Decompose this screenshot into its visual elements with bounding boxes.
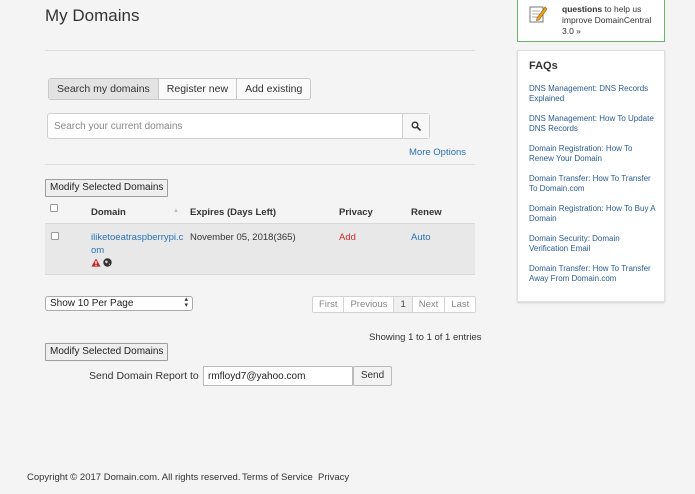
entries-info: Showing 1 to 1 of 1 entries bbox=[369, 332, 482, 343]
column-header-domain[interactable]: Domain bbox=[91, 207, 126, 218]
domain-tabs: Search my domains Register new Add exist… bbox=[48, 78, 312, 100]
domain-name-line1: iliketoeatraspberrypi.c bbox=[91, 232, 184, 243]
faq-item-transfer-to[interactable]: Domain Transfer: How To Transfer To Doma… bbox=[529, 174, 659, 194]
row-checkbox[interactable] bbox=[51, 232, 59, 240]
title-divider bbox=[45, 50, 475, 51]
tab-search-my-domains[interactable]: Search my domains bbox=[49, 79, 159, 99]
select-all-checkbox[interactable] bbox=[50, 204, 58, 212]
globe-icon bbox=[103, 258, 112, 267]
footer-copyright: Copyright © 2017 Domain.com. All rights … bbox=[27, 472, 241, 483]
per-page-value: Show 10 Per Page bbox=[50, 298, 134, 309]
renew-auto-link[interactable]: Auto bbox=[411, 232, 431, 243]
promo-text[interactable]: questions to help us improve DomainCentr… bbox=[562, 4, 662, 37]
promo-bold-text: questions bbox=[562, 4, 603, 14]
modify-selected-domains-button-bottom[interactable]: Modify Selected Domains bbox=[45, 343, 169, 361]
column-header-privacy[interactable]: Privacy bbox=[339, 207, 373, 218]
report-email-input[interactable] bbox=[203, 366, 353, 386]
pager-next[interactable]: Next bbox=[413, 297, 446, 312]
search-input[interactable] bbox=[48, 114, 402, 138]
faq-title: FAQs bbox=[529, 60, 558, 72]
faq-panel: FAQs DNS Management: DNS Records Explain… bbox=[517, 50, 665, 302]
modify-selected-domains-button[interactable]: Modify Selected Domains bbox=[45, 179, 169, 197]
feedback-promo: questions to help us improve DomainCentr… bbox=[517, 0, 665, 42]
tab-add-existing[interactable]: Add existing bbox=[237, 79, 310, 99]
domain-name-line2: om bbox=[91, 245, 105, 256]
report-label: Send Domain Report to → bbox=[89, 370, 213, 382]
options-divider bbox=[45, 164, 475, 165]
footer-privacy-link[interactable]: Privacy bbox=[318, 472, 349, 483]
pager-last[interactable]: Last bbox=[445, 297, 475, 312]
faq-item-dns-records[interactable]: DNS Management: DNS Records Explained bbox=[529, 84, 659, 104]
privacy-add-link[interactable]: Add bbox=[339, 232, 356, 243]
column-header-renew[interactable]: Renew bbox=[411, 207, 442, 218]
edit-note-icon bbox=[529, 6, 548, 23]
search-button[interactable] bbox=[402, 114, 429, 138]
faq-item-transfer-away[interactable]: Domain Transfer: How To Transfer Away Fr… bbox=[529, 264, 659, 284]
faq-item-renew-domain[interactable]: Domain Registration: How To Renew Your D… bbox=[529, 144, 659, 164]
sort-arrow-icon[interactable]: ▲ bbox=[173, 208, 179, 214]
warning-icon bbox=[91, 258, 101, 267]
page-title: My Domains bbox=[45, 6, 140, 25]
search-icon bbox=[411, 121, 421, 131]
send-report-button[interactable]: Send bbox=[353, 366, 392, 386]
faq-item-update-dns[interactable]: DNS Management: How To Update DNS Record… bbox=[529, 114, 659, 134]
domain-link[interactable]: iliketoeatraspberrypi.c om bbox=[91, 231, 183, 257]
expires-date: November 05, 2018(365) bbox=[190, 232, 296, 243]
footer-terms-link[interactable]: Terms of Service bbox=[242, 472, 313, 483]
faq-item-buy-domain[interactable]: Domain Registration: How To Buy A Domain bbox=[529, 204, 659, 224]
domain-search-box bbox=[47, 113, 430, 139]
pager-first[interactable]: First bbox=[313, 297, 345, 312]
per-page-select[interactable]: Show 10 Per Page ▴ ▾ bbox=[45, 296, 193, 311]
select-arrows-icon: ▴ ▾ bbox=[184, 296, 188, 309]
tab-register-new[interactable]: Register new bbox=[159, 79, 238, 99]
column-header-expires[interactable]: Expires (Days Left) bbox=[190, 207, 276, 218]
faq-item-verification-email[interactable]: Domain Security: Domain Verification Ema… bbox=[529, 234, 659, 254]
pagination: First Previous 1 Next Last bbox=[312, 296, 477, 313]
pager-previous[interactable]: Previous bbox=[344, 297, 395, 312]
more-options-link[interactable]: More Options bbox=[409, 147, 466, 158]
pager-current[interactable]: 1 bbox=[394, 297, 413, 312]
